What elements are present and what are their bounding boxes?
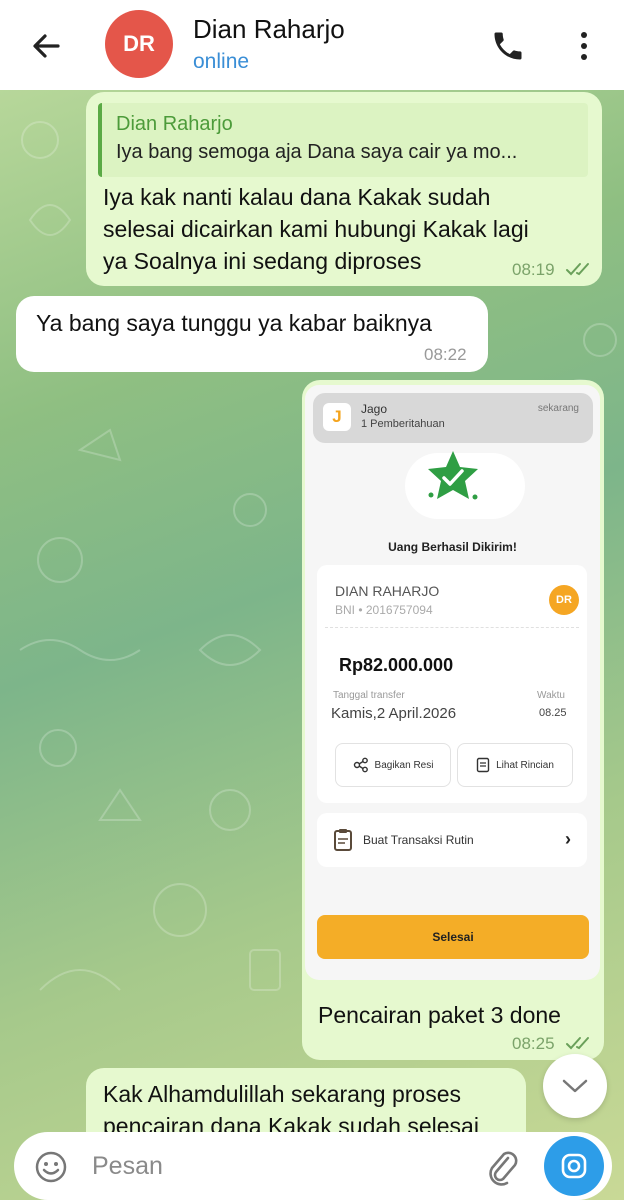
notification-banner: J Jago 1 Pemberitahuan sekarang <box>313 393 593 443</box>
done-button: Selesai <box>317 915 589 959</box>
phone-icon[interactable] <box>490 28 526 64</box>
message-text: Ya bang saya tunggu ya kabar baiknya <box>36 310 432 336</box>
message-line: Iya kak nanti kalau dana Kakak sudah <box>103 184 491 210</box>
recipient-account: BNI • 2016757094 <box>335 603 433 617</box>
notification-time: sekarang <box>537 403 579 414</box>
back-arrow-icon[interactable] <box>26 26 66 66</box>
recipient-name: DIAN RAHARJO <box>335 583 440 599</box>
recipient-avatar: DR <box>549 585 579 615</box>
transfer-amount: Rp82.000.000 <box>339 655 454 675</box>
attachment-icon[interactable] <box>484 1148 520 1186</box>
share-receipt-button: Bagikan Resi <box>335 743 451 787</box>
image-caption: Pencairan paket 3 done <box>318 1002 561 1028</box>
contact-name[interactable]: Dian Raharjo <box>193 14 345 45</box>
clipboard-icon <box>334 829 352 851</box>
receipt-icon <box>476 757 490 773</box>
message-line: Kak Alhamdulillah sekarang proses <box>103 1081 461 1107</box>
read-checks-icon <box>566 1037 589 1050</box>
message-input[interactable]: Pesan <box>92 1152 163 1181</box>
jago-logo-icon: J <box>323 403 351 431</box>
emoji-icon[interactable] <box>34 1150 68 1184</box>
routine-transaction-label: Buat Transaksi Rutin <box>363 833 474 847</box>
camera-button[interactable] <box>544 1136 604 1196</box>
notification-app: Jago <box>361 402 388 416</box>
routine-transaction-row: Buat Transaksi Rutin › <box>317 813 587 867</box>
chevron-down-icon <box>562 1079 588 1093</box>
message-time: 08:25 <box>512 1034 555 1053</box>
chevron-right-icon: › <box>565 829 571 849</box>
read-checks-icon <box>566 263 589 276</box>
more-options-icon[interactable] <box>574 26 594 66</box>
message-input-bar: Pesan <box>14 1132 612 1200</box>
transfer-card: DIAN RAHARJO BNI • 2016757094 DR Rp82.00… <box>317 565 587 803</box>
success-star-icon <box>428 451 478 500</box>
reply-quote-text: Iya bang semoga aja Dana saya cair ya mo… <box>116 141 518 163</box>
success-title: Uang Berhasil Dikirim! <box>388 540 517 554</box>
date-value: Kamis,2 April.2026 <box>331 705 457 722</box>
reply-quote-name: Dian Raharjo <box>116 113 233 135</box>
contact-status: online <box>193 50 250 73</box>
time-label: Waktu <box>537 690 565 701</box>
share-icon <box>353 757 368 773</box>
notification-subtitle: 1 Pemberitahuan <box>361 418 445 430</box>
share-receipt-label: Bagikan Resi <box>374 759 434 771</box>
view-details-button: Lihat Rincian <box>457 743 573 787</box>
transfer-receipt-image[interactable]: J Jago 1 Pemberitahuan sekarang Uang Ber… <box>305 385 600 980</box>
message-line: selesai dicairkan kami hubungi Kakak lag… <box>103 216 529 242</box>
camera-icon <box>561 1153 587 1179</box>
divider <box>325 627 579 628</box>
message-time: 08:19 <box>512 260 555 279</box>
date-label: Tanggal transfer <box>333 690 405 701</box>
view-details-label: Lihat Rincian <box>496 759 554 771</box>
chat-header: DR Dian Raharjo online <box>0 0 624 90</box>
message-time: 08:22 <box>424 345 467 364</box>
scroll-to-bottom-button[interactable] <box>543 1054 607 1118</box>
reply-quote[interactable]: Dian Raharjo Iya bang semoga aja Dana sa… <box>98 103 588 177</box>
avatar[interactable]: DR <box>105 10 173 78</box>
time-value: 08.25 <box>539 707 567 719</box>
